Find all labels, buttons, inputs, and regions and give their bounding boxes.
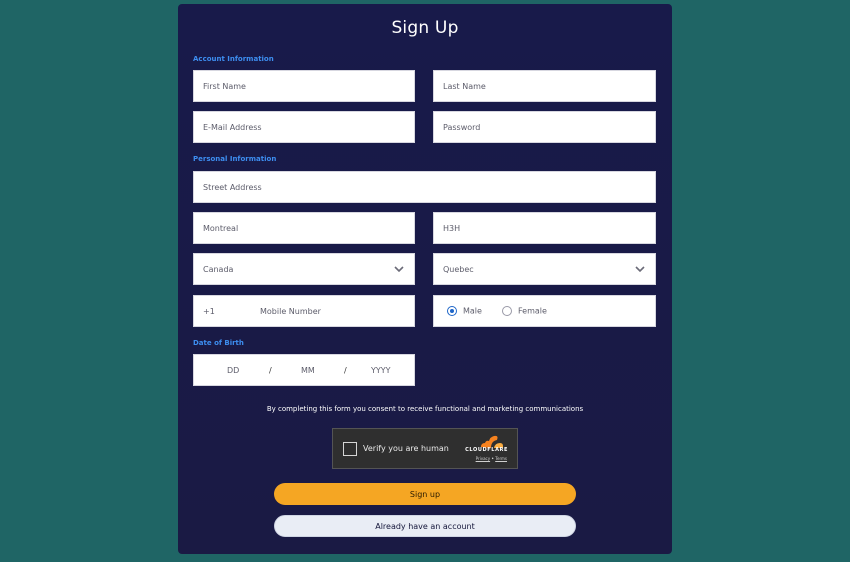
postal-code-value: H3H (443, 223, 461, 233)
dob-year[interactable]: YYYY (371, 366, 391, 375)
password-input[interactable]: Password (433, 111, 656, 143)
signup-button[interactable]: Sign up (274, 483, 576, 505)
city-input[interactable]: Montreal (193, 212, 415, 244)
radio-female-label: Female (518, 306, 547, 316)
radio-male-label: Male (463, 306, 482, 316)
dob-input[interactable]: DD / MM / YYYY (193, 354, 415, 386)
last-name-placeholder: Last Name (443, 81, 486, 91)
consent-text: By completing this form you consent to r… (266, 405, 584, 413)
form-title: Sign Up (391, 18, 459, 38)
first-name-input[interactable]: First Name (193, 70, 415, 102)
dob-day[interactable]: DD (227, 366, 239, 375)
street-address-input[interactable]: Street Address (193, 171, 656, 203)
captcha-label: Verify you are human (363, 444, 449, 453)
mobile-number-input[interactable]: +1 Mobile Number (193, 295, 415, 327)
email-placeholder: E-Mail Address (203, 122, 262, 132)
password-placeholder: Password (443, 122, 481, 132)
country-value: Canada (203, 264, 234, 274)
radio-male[interactable]: Male (447, 306, 482, 316)
captcha-checkbox[interactable] (343, 442, 357, 456)
section-dob-label: Date of Birth (193, 339, 244, 347)
province-value: Quebec (443, 264, 474, 274)
radio-unselected-icon (502, 306, 512, 316)
captcha-brand: CLOUDFLARE (465, 447, 508, 453)
section-personal-label: Personal Information (193, 155, 277, 163)
last-name-input[interactable]: Last Name (433, 70, 656, 102)
radio-female[interactable]: Female (502, 306, 547, 316)
dob-month[interactable]: MM (301, 366, 315, 375)
chevron-down-icon (635, 266, 645, 273)
phone-prefix: +1 (203, 306, 215, 316)
mobile-number-placeholder: Mobile Number (260, 306, 321, 316)
captcha-privacy-link[interactable]: Privacy (476, 456, 490, 461)
captcha-links: Privacy • Terms (476, 456, 507, 461)
radio-selected-icon (447, 306, 457, 316)
email-input[interactable]: E-Mail Address (193, 111, 415, 143)
already-have-account-button[interactable]: Already have an account (274, 515, 576, 537)
gender-radio-group: Male Female (433, 295, 656, 327)
captcha-terms-link[interactable]: Terms (495, 456, 507, 461)
captcha-widget: Verify you are human CLOUDFLARE Privacy … (332, 428, 518, 469)
city-value: Montreal (203, 223, 239, 233)
chevron-down-icon (394, 266, 404, 273)
dob-separator: / (344, 365, 347, 375)
captcha-link-separator: • (491, 456, 494, 461)
first-name-placeholder: First Name (203, 81, 246, 91)
section-account-label: Account Information (193, 55, 274, 63)
country-select[interactable]: Canada (193, 253, 415, 285)
dob-separator: / (269, 365, 272, 375)
street-address-placeholder: Street Address (203, 182, 262, 192)
province-select[interactable]: Quebec (433, 253, 656, 285)
postal-code-input[interactable]: H3H (433, 212, 656, 244)
